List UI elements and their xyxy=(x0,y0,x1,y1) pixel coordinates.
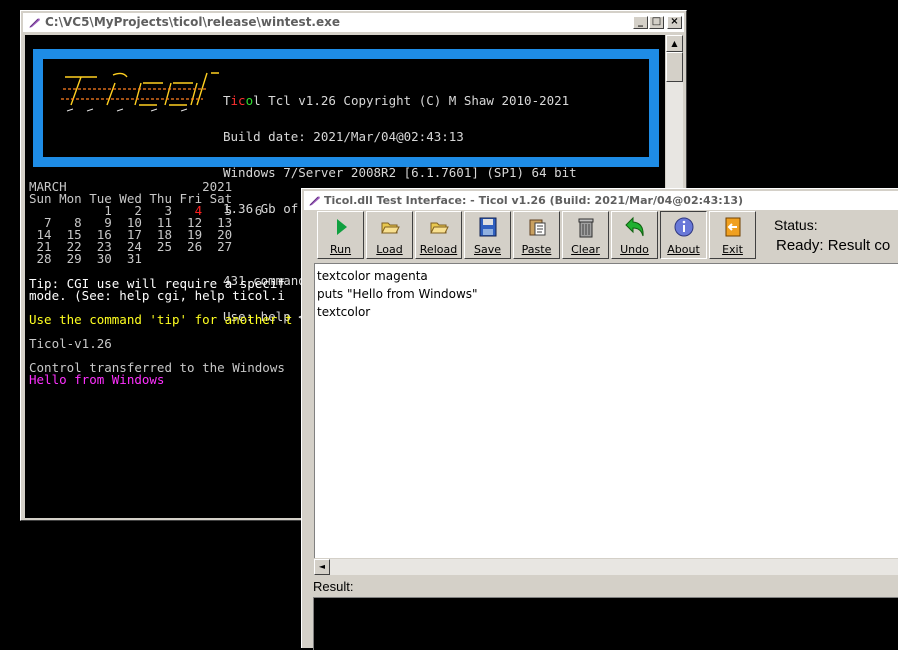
undo-button[interactable]: Undo xyxy=(611,211,658,259)
play-icon xyxy=(337,219,347,235)
script-editor[interactable]: textcolor magenta puts "Hello from Windo… xyxy=(314,263,898,563)
scroll-up-button[interactable]: ▲ xyxy=(666,35,683,52)
calendar-week-5: 28 29 30 31 xyxy=(29,251,142,266)
banner-o: o xyxy=(245,93,254,108)
maximize-icon: □ xyxy=(651,16,662,27)
open-folder-icon xyxy=(381,222,400,234)
editor-line-2: puts "Hello from Windows" xyxy=(317,287,478,301)
feather-icon xyxy=(29,18,40,28)
exit-door-icon xyxy=(725,217,741,237)
tip-command-line: Use the command 'tip' for another t xyxy=(29,312,293,327)
banner-os: Windows 7/Server 2008R2 [6.1.7601] (SP1)… xyxy=(223,165,577,180)
startup-banner: Ticol Tcl v1.26 Copyright (C) M Shaw 201… xyxy=(33,49,659,323)
banner-ic: ic xyxy=(230,93,246,108)
trash-can-icon xyxy=(578,218,594,238)
paste-button[interactable]: Paste xyxy=(513,211,560,259)
result-output[interactable] xyxy=(313,597,898,650)
clear-button[interactable]: Clear xyxy=(562,211,609,259)
tip-line-2: mode. (See: help cgi, help ticol.i xyxy=(29,288,285,303)
maximize-button[interactable]: □ xyxy=(649,16,664,29)
console-title: C:\VC5\MyProjects\ticol\release\wintest.… xyxy=(45,15,341,29)
result-label: Result: xyxy=(313,579,354,594)
arrow-up-icon: ▲ xyxy=(671,39,678,48)
minimize-button[interactable]: _ xyxy=(633,16,648,29)
load-button[interactable]: Load xyxy=(366,211,413,259)
status-value: Ready: Result co xyxy=(776,237,891,254)
arrow-left-icon: ◄ xyxy=(318,562,326,571)
open-folder-icon xyxy=(430,222,449,234)
feather-icon xyxy=(309,196,320,206)
console-title-bar[interactable]: C:\VC5\MyProjects\ticol\release\wintest.… xyxy=(23,13,684,32)
save-button[interactable]: Save xyxy=(464,211,511,259)
run-button[interactable]: Run xyxy=(317,211,364,259)
undo-arrow-icon xyxy=(625,216,644,237)
status-label: Status: xyxy=(774,217,818,233)
scroll-thumb[interactable] xyxy=(666,52,683,82)
hello-output-line: Hello from Windows xyxy=(29,372,165,387)
app-title-bar[interactable]: Ticol.dll Test Interface: - Ticol v1.26 … xyxy=(304,191,898,210)
close-icon: × xyxy=(670,16,679,27)
clipboard-icon xyxy=(529,219,546,236)
banner-copyright: l Tcl v1.26 Copyright (C) M Shaw 2010-20… xyxy=(253,93,570,108)
editor-line-3: textcolor xyxy=(317,305,371,319)
exit-button[interactable]: Exit xyxy=(709,211,756,259)
scroll-left-button[interactable]: ◄ xyxy=(314,559,330,575)
app-title: Ticol.dll Test Interface: - Ticol v1.26 … xyxy=(324,194,744,207)
test-interface-window[interactable]: Ticol.dll Test Interface: - Ticol v1.26 … xyxy=(301,188,898,650)
reload-button[interactable]: Reload xyxy=(415,211,462,259)
editor-line-1: textcolor magenta xyxy=(317,269,428,283)
ticol-ascii-logo xyxy=(61,72,219,112)
banner-build-date: Build date: 2021/Mar/04@02:43:13 xyxy=(223,129,464,144)
close-button[interactable]: × xyxy=(667,16,682,29)
banner-t: T xyxy=(223,93,231,108)
minimize-icon: _ xyxy=(638,16,643,27)
floppy-disk-icon xyxy=(479,217,497,237)
version-line: Ticol-v1.26 xyxy=(29,336,112,351)
about-button[interactable]: About xyxy=(660,211,707,259)
editor-horizontal-scrollbar[interactable]: ◄ xyxy=(314,558,898,575)
info-icon xyxy=(674,217,694,237)
